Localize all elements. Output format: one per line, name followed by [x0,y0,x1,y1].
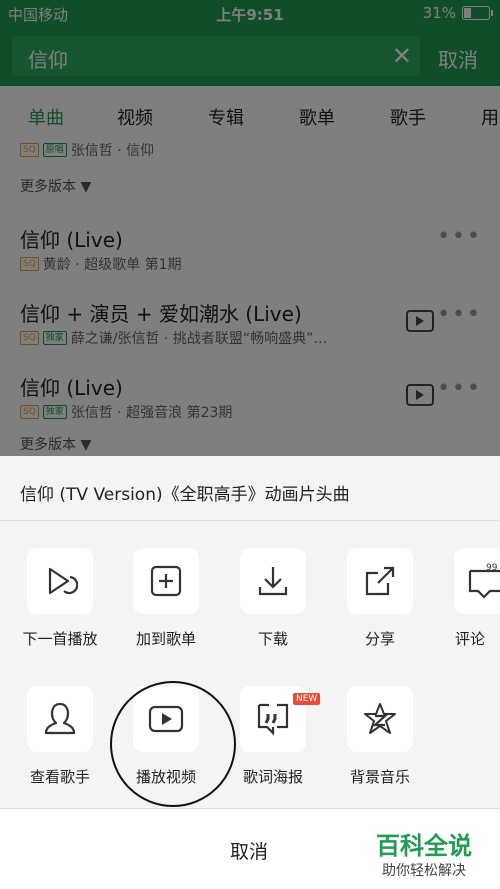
play-next-button[interactable] [27,548,93,614]
download-icon [258,567,288,596]
comment-button[interactable]: 99 [454,548,500,614]
add-to-playlist-button[interactable] [133,548,199,614]
background-music-label: 背景音乐 [349,768,410,786]
person-icon [44,702,76,735]
quote-icon [257,703,289,736]
modal-backdrop[interactable] [0,0,500,456]
watermark-brand: 百科全说 [376,832,472,860]
add-square-icon [150,565,182,597]
play-next-icon [48,567,78,595]
play-next-label: 下一首播放 [22,630,98,648]
comment-label: 评论 [455,630,486,648]
new-badge: NEW [293,693,321,705]
sheet-title: 信仰 (TV Version)《全职高手》动画片头曲 [20,485,350,505]
download-button[interactable] [240,548,306,614]
share-icon [365,566,395,596]
sheet-cancel-label: 取消 [230,841,269,863]
download-label: 下载 [257,630,288,648]
watermark: 百科全说 助你轻松解决 [368,822,492,882]
add-to-playlist-label: 加到歌单 [135,630,196,648]
star-z-icon [364,703,396,734]
watermark-tagline: 助你轻松解决 [382,863,466,879]
comment-icon: 99 [468,563,500,599]
view-singer-label: 查看歌手 [29,768,90,786]
share-label: 分享 [364,630,395,648]
share-button[interactable] [347,548,413,614]
view-singer-button[interactable] [27,686,93,752]
highlight-circle [110,681,236,807]
lyric-poster-label: 歌词海报 [242,768,303,786]
divider [0,520,500,521]
background-music-button[interactable] [347,686,413,752]
svg-text:99: 99 [486,563,498,573]
